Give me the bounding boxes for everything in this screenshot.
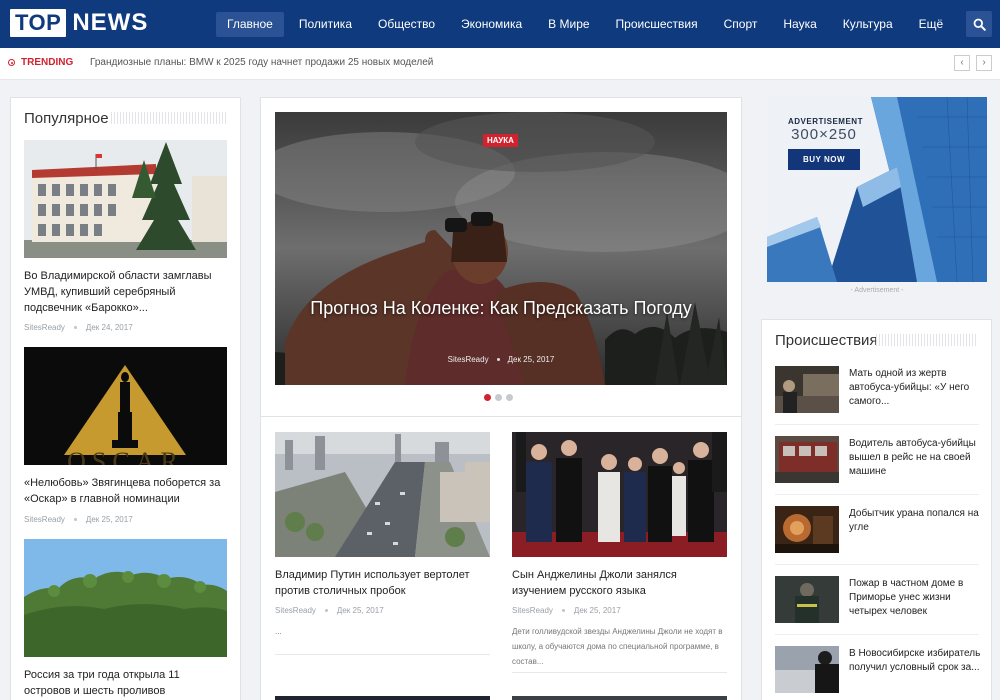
date: Дек 24, 2017 bbox=[85, 323, 133, 332]
oscar-image-text: OSCAR bbox=[67, 447, 184, 465]
slider-dot-1[interactable] bbox=[484, 394, 491, 401]
nav-item-more[interactable]: Ещё bbox=[908, 12, 955, 37]
next-article-image[interactable] bbox=[275, 696, 490, 700]
author[interactable]: SitesReady bbox=[24, 323, 65, 332]
next-article-image[interactable] bbox=[512, 696, 727, 700]
logo-top-text: TOP bbox=[10, 9, 67, 37]
trending-dot-icon bbox=[8, 59, 15, 66]
date: Дек 25, 2017 bbox=[573, 606, 621, 615]
date: Дек 25, 2017 bbox=[85, 515, 133, 524]
popular-title-2[interactable]: «Нелюбовь» Звягинцева поборется за «Оска… bbox=[24, 475, 229, 507]
nav-item-culture[interactable]: Культура bbox=[832, 12, 904, 37]
main-nav: Главное Политика Общество Экономика В Ми… bbox=[216, 12, 958, 37]
incident-image-5[interactable] bbox=[775, 646, 839, 693]
slider-dots bbox=[484, 394, 517, 401]
incident-image-2[interactable] bbox=[775, 436, 839, 483]
slider-dot-2[interactable] bbox=[495, 394, 502, 401]
article-image-1[interactable] bbox=[275, 432, 490, 557]
author[interactable]: SitesReady bbox=[275, 606, 316, 615]
search-button[interactable] bbox=[966, 11, 992, 37]
article-meta-2: SitesReady Дек 25, 2017 bbox=[512, 606, 621, 615]
incidents-title: Происшествия bbox=[775, 332, 878, 349]
incident-divider bbox=[775, 494, 979, 495]
search-icon bbox=[973, 18, 986, 31]
popular-image-1[interactable] bbox=[24, 140, 227, 258]
incident-image-3[interactable] bbox=[775, 506, 839, 553]
incident-image-4[interactable] bbox=[775, 576, 839, 623]
trending-prev-button[interactable]: ‹ bbox=[954, 55, 970, 71]
ad-buy-now-button[interactable]: BUY NOW bbox=[788, 149, 860, 170]
incident-divider bbox=[775, 424, 979, 425]
popular-meta-2: SitesReady Дек 25, 2017 bbox=[24, 515, 133, 524]
title-decoration bbox=[111, 112, 227, 124]
incident-title-5[interactable]: В Новосибирске избиратель получил условн… bbox=[849, 647, 981, 675]
nav-item-main[interactable]: Главное bbox=[216, 12, 284, 37]
popular-image-3[interactable] bbox=[24, 539, 227, 657]
nav-item-sport[interactable]: Спорт bbox=[713, 12, 769, 37]
popular-title-1[interactable]: Во Владимирской области замглавы УМВД, к… bbox=[24, 268, 229, 316]
hero-image[interactable] bbox=[275, 112, 727, 385]
ad-size: 300×250 bbox=[791, 126, 857, 143]
article-title-1[interactable]: Владимир Путин использует вертолет проти… bbox=[275, 567, 487, 599]
article-excerpt-2: Дети голливудской звезды Анджелины Джоли… bbox=[512, 627, 723, 666]
popular-title-3[interactable]: Россия за три года открыла 11 островов и… bbox=[24, 667, 229, 699]
nav-item-politics[interactable]: Политика bbox=[288, 12, 363, 37]
incident-image-1[interactable] bbox=[775, 366, 839, 413]
trending-headline[interactable]: Грандиозные планы: BMW к 2025 году начне… bbox=[90, 57, 433, 68]
incident-title-3[interactable]: Добытчик урана попался на угле bbox=[849, 507, 981, 535]
nav-item-world[interactable]: В Мире bbox=[537, 12, 600, 37]
incident-divider bbox=[775, 634, 979, 635]
article-excerpt-1: ... bbox=[275, 627, 282, 636]
article-divider bbox=[275, 654, 490, 655]
site-logo[interactable]: TOP NEWS bbox=[10, 8, 148, 38]
author[interactable]: SitesReady bbox=[512, 606, 553, 615]
nav-item-science[interactable]: Наука bbox=[772, 12, 827, 37]
title-decoration bbox=[876, 334, 978, 346]
article-meta-1: SitesReady Дек 25, 2017 bbox=[275, 606, 384, 615]
hero-title[interactable]: Прогноз На Коленке: Как Предсказать Пого… bbox=[300, 296, 702, 320]
trending-next-button[interactable]: › bbox=[976, 55, 992, 71]
hero-meta: SitesReady Дек 25, 2017 bbox=[300, 355, 702, 364]
author[interactable]: SitesReady bbox=[24, 515, 65, 524]
date: Дек 25, 2017 bbox=[336, 606, 384, 615]
article-image-2[interactable] bbox=[512, 432, 727, 557]
article-divider bbox=[512, 672, 727, 673]
ad-label: ADVERTISEMENT bbox=[788, 117, 863, 126]
slider-dot-3[interactable] bbox=[506, 394, 513, 401]
trending-label-text: TRENDING bbox=[21, 57, 74, 68]
trending-bar: TRENDING Грандиозные планы: BMW к 2025 г… bbox=[0, 48, 1000, 80]
incident-title-2[interactable]: Водитель автобуса-убийцы вышел в рейс не… bbox=[849, 437, 981, 479]
author[interactable]: SitesReady bbox=[448, 355, 489, 364]
incident-title-1[interactable]: Мать одной из жертв автобуса-убийцы: «У … bbox=[849, 367, 981, 409]
popular-image-2[interactable]: OSCAR bbox=[24, 347, 227, 465]
nav-item-incidents[interactable]: Происшествия bbox=[605, 12, 709, 37]
incident-divider bbox=[775, 564, 979, 565]
incident-title-4[interactable]: Пожар в частном доме в Приморье унес жиз… bbox=[849, 577, 981, 619]
popular-meta-1: SitesReady Дек 24, 2017 bbox=[24, 323, 133, 332]
date: Дек 25, 2017 bbox=[507, 355, 555, 364]
nav-item-society[interactable]: Общество bbox=[367, 12, 446, 37]
logo-news-text: NEWS bbox=[72, 9, 149, 36]
top-navbar: TOP NEWS Главное Политика Общество Эконо… bbox=[0, 0, 1000, 48]
popular-title: Популярное bbox=[24, 110, 109, 127]
trending-label: TRENDING bbox=[8, 57, 73, 68]
category-badge[interactable]: НАУКА bbox=[483, 134, 518, 147]
ad-caption: - Advertisement - bbox=[850, 287, 904, 294]
article-title-2[interactable]: Сын Анджелины Джоли занялся изучением ру… bbox=[512, 567, 724, 599]
nav-item-economy[interactable]: Экономика bbox=[450, 12, 533, 37]
